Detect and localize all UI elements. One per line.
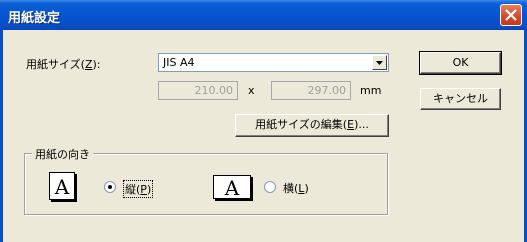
title-bar[interactable]: 用紙設定: [0, 0, 527, 30]
portrait-label-prefix: 縦(: [125, 183, 141, 196]
width-field[interactable]: 210.00: [158, 81, 238, 100]
orientation-group: [24, 153, 388, 215]
orientation-group-label: 用紙の向き: [32, 146, 93, 162]
landscape-label[interactable]: 横(L): [283, 180, 309, 196]
edit-paper-size-button[interactable]: 用紙サイズの編集(E)...: [235, 114, 389, 137]
landscape-label-suffix: ): [304, 182, 309, 195]
chevron-down-icon: [376, 61, 383, 65]
portrait-radio[interactable]: [104, 181, 116, 193]
landscape-page-icon: A: [213, 175, 251, 200]
dimension-separator: x: [248, 84, 255, 97]
close-button[interactable]: [500, 4, 522, 26]
paper-size-label: 用紙サイズ(Z):: [26, 56, 101, 72]
paper-size-label-key: Z: [84, 58, 93, 71]
radio-selected-dot: [108, 185, 112, 189]
unit-label: mm: [360, 84, 382, 97]
cancel-button[interactable]: キャンセル: [420, 88, 501, 110]
height-field[interactable]: 297.00: [271, 81, 351, 100]
ok-button[interactable]: OK: [419, 51, 502, 75]
window-title: 用紙設定: [8, 11, 61, 26]
landscape-label-prefix: 横(: [283, 182, 299, 195]
close-icon: [505, 9, 517, 21]
portrait-label[interactable]: 縦(P): [123, 180, 154, 198]
paper-size-select[interactable]: JIS A4: [158, 53, 389, 72]
landscape-radio[interactable]: [264, 181, 276, 193]
portrait-label-suffix: ): [146, 183, 152, 196]
window-frame-left: [0, 30, 3, 242]
portrait-page-icon: A: [49, 172, 75, 200]
portrait-label-key: P: [140, 183, 147, 196]
edit-button-prefix: 用紙サイズの編集(: [255, 118, 348, 131]
edit-button-suffix: )...: [354, 118, 369, 131]
paper-size-label-prefix: 用紙サイズ(: [26, 58, 85, 71]
dropdown-button[interactable]: [372, 55, 387, 70]
paper-size-label-suffix: ):: [92, 58, 101, 71]
paper-size-value: JIS A4: [163, 56, 195, 69]
